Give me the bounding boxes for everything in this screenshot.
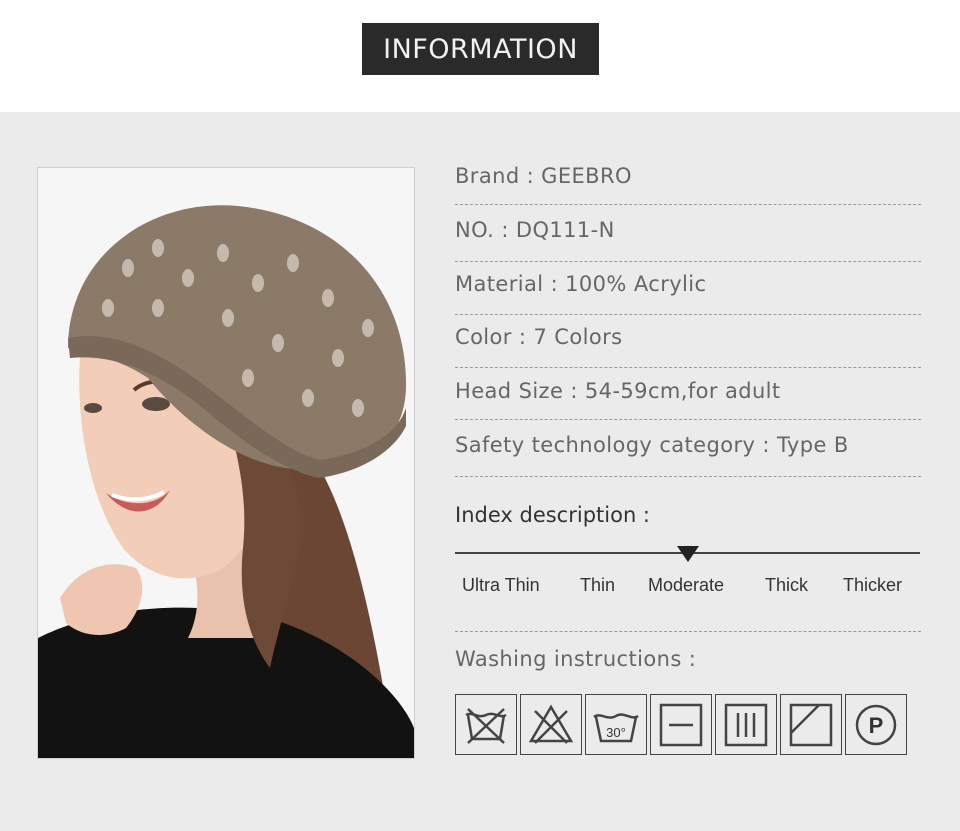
divider [455,631,921,632]
spec-brand: Brand : GEEBRO [455,164,632,188]
divider [455,367,921,368]
information-banner: INFORMATION [362,23,599,75]
spec-material: Material : 100% Acrylic [455,272,707,296]
level-thick: Thick [765,575,809,595]
wash-30-icon: 30° [585,694,647,755]
level-thin: Thin [580,575,616,595]
divider [455,204,921,205]
thickness-marker-icon [677,546,699,562]
header-area: INFORMATION [0,0,960,112]
do-not-wash-icon [455,694,517,755]
washing-instructions-title: Washing instructions : [455,647,697,671]
spec-number: NO. : DQ111-N [455,218,615,242]
divider [455,314,921,315]
divider [455,476,921,477]
product-photo [37,167,415,759]
spec-head-size: Head Size : 54-59cm,for adult [455,379,781,403]
level-moderate: Moderate [648,575,725,595]
spec-color: Color : 7 Colors [455,325,623,349]
svg-text:30°: 30° [606,725,626,740]
index-description-title: Index description : [455,503,650,527]
model-wearing-beret-image [38,168,414,758]
dry-flat-icon [650,694,712,755]
professional-dry-clean-p-icon: P [845,694,907,755]
level-thicker: Thicker [843,575,903,595]
divider [455,261,921,262]
drip-dry-icon [715,694,777,755]
do-not-bleach-icon [520,694,582,755]
washing-icons: 30° P [455,694,907,755]
svg-text:P: P [869,713,884,738]
dry-in-shade-icon [780,694,842,755]
spec-safety-category: Safety technology category : Type B [455,433,849,457]
divider [455,419,921,420]
level-ultra-thin: Ultra Thin [462,575,540,595]
